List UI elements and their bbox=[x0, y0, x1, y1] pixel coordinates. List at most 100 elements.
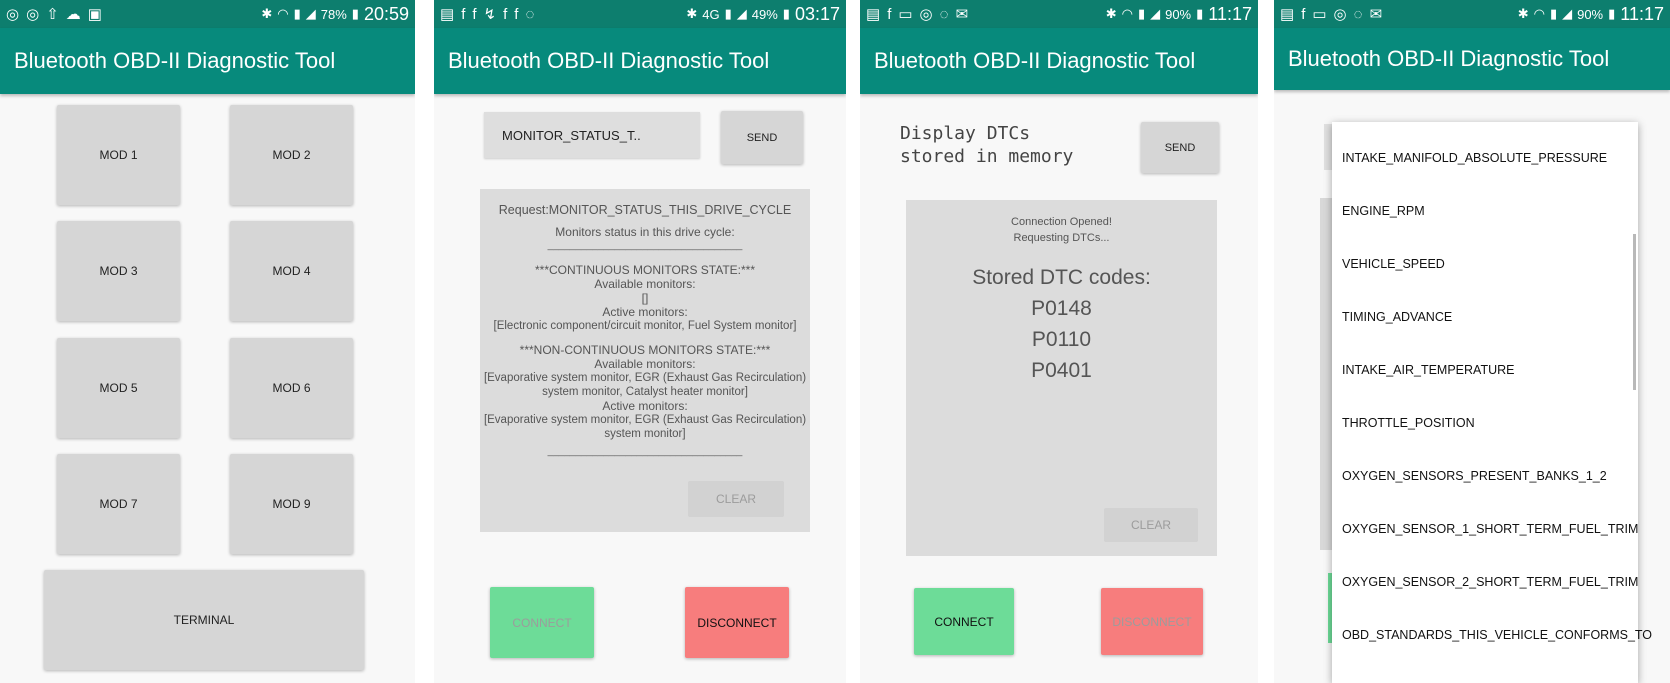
command-selector[interactable]: Display DTCs stored in memory bbox=[900, 122, 1120, 168]
bluetooth-icon: ✱ bbox=[1517, 6, 1529, 21]
status-bar: ▤ f ▭ ◎ ◌ ✉ ✱ ◠ ▮ ◢ 90% ▮ 11:17 bbox=[860, 0, 1258, 28]
output-line: Request:MONITOR_STATUS_THIS_DRIVE_CYCLE bbox=[498, 203, 792, 217]
app-title: Bluetooth OBD-II Diagnostic Tool bbox=[874, 48, 1196, 73]
command-dropdown-list[interactable]: INTAKE_MANIFOLD_ABSOLUTE_PRESSURE ENGINE… bbox=[1332, 122, 1652, 683]
connect-button[interactable]: CONNECT bbox=[490, 587, 594, 658]
output-line: [Evaporative system monitor, EGR (Exhaus… bbox=[483, 414, 807, 426]
send-button[interactable]: SEND bbox=[721, 111, 803, 164]
output-line bbox=[480, 217, 810, 225]
status-bar: ▤ f ▭ ◎ ◌ ✉ ✱ ◠ ▮ ◢ 90% ▮ 11:17 bbox=[1274, 0, 1670, 28]
instagram-icon: ◎ bbox=[1333, 6, 1347, 23]
command-line: stored in memory bbox=[900, 146, 1074, 167]
sim-icon: ▮ bbox=[1137, 6, 1146, 21]
mod-4-button[interactable]: MOD 4 bbox=[230, 221, 353, 321]
dtc-code: P0148 bbox=[1031, 297, 1092, 320]
signal-icon: ◢ bbox=[736, 6, 747, 21]
output-line bbox=[480, 253, 810, 263]
info-line: Connection Opened! bbox=[1011, 216, 1112, 228]
bluetooth-icon: ✱ bbox=[686, 6, 698, 21]
command-selector[interactable]: MONITOR_STATUS_T.. bbox=[484, 112, 700, 158]
output-line: Available monitors: bbox=[594, 357, 696, 371]
message-icon: ▭ bbox=[898, 6, 913, 23]
messenger-icon: ◌ bbox=[939, 5, 949, 23]
dropdown-option[interactable]: OBD_STANDARDS_THIS_VEHICLE_CONFORMS_TO bbox=[1332, 608, 1652, 661]
messenger-icon: ◌ bbox=[1353, 5, 1363, 23]
messenger-icon: ◌ bbox=[525, 5, 535, 23]
dtc-result: Stored DTC codes: P0148 P0110 P0401 bbox=[906, 262, 1217, 386]
facebook-icon: f bbox=[887, 5, 892, 23]
send-button[interactable]: SEND bbox=[1141, 122, 1219, 173]
screen-terminal-monitor-status: ▤ f f ↯ f f ◌ ✱ 4G ▮ ◢ 49% ▮ 03:17 Bluet… bbox=[434, 0, 846, 683]
battery-percent: 78% bbox=[320, 6, 347, 22]
clear-button[interactable]: CLEAR bbox=[1104, 508, 1198, 542]
dtc-code: P0110 bbox=[1031, 328, 1092, 351]
chat-icon: ▤ bbox=[866, 6, 881, 23]
dropdown-option[interactable]: OXYGEN_SENSOR_1_SHORT_TERM_FUEL_TRIM bbox=[1332, 502, 1638, 555]
disconnect-button[interactable]: DISCONNECT bbox=[685, 587, 789, 658]
mod-9-button[interactable]: MOD 9 bbox=[230, 454, 353, 554]
output-line: Available monitors: bbox=[594, 277, 696, 291]
dropdown-option[interactable]: OXYGEN_SENSOR_2_SHORT_TERM_FUEL_TRIM bbox=[1332, 555, 1638, 608]
dropdown-option[interactable]: INTAKE_MANIFOLD_ABSOLUTE_PRESSURE bbox=[1332, 131, 1638, 184]
clock: 03:17 bbox=[794, 3, 840, 24]
missed-call-icon: ↯ bbox=[483, 6, 497, 23]
app-bar: Bluetooth OBD-II Diagnostic Tool bbox=[434, 28, 846, 94]
output-line: Active monitors: bbox=[602, 399, 688, 413]
output-line: [Electronic component/circuit monitor, F… bbox=[493, 320, 797, 332]
battery-percent: 90% bbox=[1577, 6, 1604, 22]
output-line: ___________________________________ bbox=[547, 446, 743, 457]
facebook-icon: f bbox=[472, 5, 477, 23]
scrollbar[interactable] bbox=[1633, 234, 1636, 390]
dropdown-option[interactable]: OXYGEN_SENSORS_PRESENT_BANKS_1_2 bbox=[1332, 449, 1638, 502]
connect-button[interactable]: CONNECT bbox=[914, 588, 1014, 655]
dropdown-option[interactable]: INTAKE_AIR_TEMPERATURE bbox=[1332, 343, 1638, 396]
battery-percent: 49% bbox=[751, 6, 778, 22]
output-panel: Request:MONITOR_STATUS_THIS_DRIVE_CYCLE … bbox=[480, 189, 810, 532]
app-bar: Bluetooth OBD-II Diagnostic Tool bbox=[860, 28, 1258, 94]
gallery-icon: ▣ bbox=[87, 6, 102, 23]
output-line: system monitor, Catalyst heater monitor] bbox=[542, 386, 748, 398]
app-title: Bluetooth OBD-II Diagnostic Tool bbox=[448, 48, 770, 73]
dropdown-option[interactable]: THROTTLE_POSITION bbox=[1332, 396, 1638, 449]
facebook-icon: f bbox=[1301, 5, 1306, 23]
message-icon: ▭ bbox=[1312, 6, 1327, 23]
output-line: ___________________________________ bbox=[547, 240, 743, 251]
terminal-button[interactable]: TERMINAL bbox=[44, 570, 364, 670]
output-line: ***NON-CONTINUOUS MONITORS STATE:*** bbox=[519, 343, 771, 357]
clock: 11:17 bbox=[1208, 3, 1252, 24]
mod-3-button[interactable]: MOD 3 bbox=[57, 221, 180, 321]
dropdown-option[interactable]: TIMING_ADVANCE bbox=[1332, 290, 1638, 343]
battery-icon: ▮ bbox=[1196, 6, 1204, 21]
facebook-icon: f bbox=[514, 5, 519, 23]
dropdown-option[interactable]: VEHICLE_SPEED bbox=[1332, 237, 1638, 290]
status-bar: ▤ f f ↯ f f ◌ ✱ 4G ▮ ◢ 49% ▮ 03:17 bbox=[434, 0, 846, 28]
sim-icon: ▮ bbox=[724, 6, 732, 21]
chat-icon: ▤ bbox=[1280, 6, 1295, 23]
disconnect-button[interactable]: DISCONNECT bbox=[1101, 588, 1203, 655]
screen-terminal-dtc: ▤ f ▭ ◎ ◌ ✉ ✱ ◠ ▮ ◢ 90% ▮ 11:17 Bluetoot… bbox=[860, 0, 1258, 683]
clear-button[interactable]: CLEAR bbox=[688, 481, 784, 517]
mod-6-button[interactable]: MOD 6 bbox=[230, 338, 353, 438]
mod-2-button[interactable]: MOD 2 bbox=[230, 105, 353, 205]
output-line: system monitor] bbox=[604, 428, 686, 440]
bluetooth-icon: ✱ bbox=[261, 6, 273, 21]
facebook-icon: f bbox=[503, 5, 508, 23]
mod-1-button[interactable]: MOD 1 bbox=[57, 105, 180, 205]
app-title: Bluetooth OBD-II Diagnostic Tool bbox=[14, 48, 336, 73]
info-line: Requesting DTCs... bbox=[1013, 232, 1110, 244]
dtc-title: Stored DTC codes: bbox=[972, 266, 1151, 289]
mail-icon: ✉ bbox=[1369, 6, 1383, 23]
mod-7-button[interactable]: MOD 7 bbox=[57, 454, 180, 554]
mod-5-button[interactable]: MOD 5 bbox=[57, 338, 180, 438]
signal-icon: ◢ bbox=[305, 6, 316, 21]
dtc-code: P0401 bbox=[1031, 359, 1092, 382]
battery-icon: ▮ bbox=[351, 6, 359, 21]
battery-icon: ▮ bbox=[1608, 6, 1616, 21]
command-line: Display DTCs bbox=[900, 123, 1031, 144]
battery-percent: 90% bbox=[1165, 6, 1192, 22]
dropdown-option[interactable]: ENGINE_RPM bbox=[1332, 184, 1638, 237]
output-line: [] bbox=[641, 291, 649, 305]
signal-icon: ◢ bbox=[1150, 6, 1161, 21]
facebook-icon: f bbox=[461, 5, 466, 23]
bluetooth-icon: ✱ bbox=[1105, 6, 1117, 21]
